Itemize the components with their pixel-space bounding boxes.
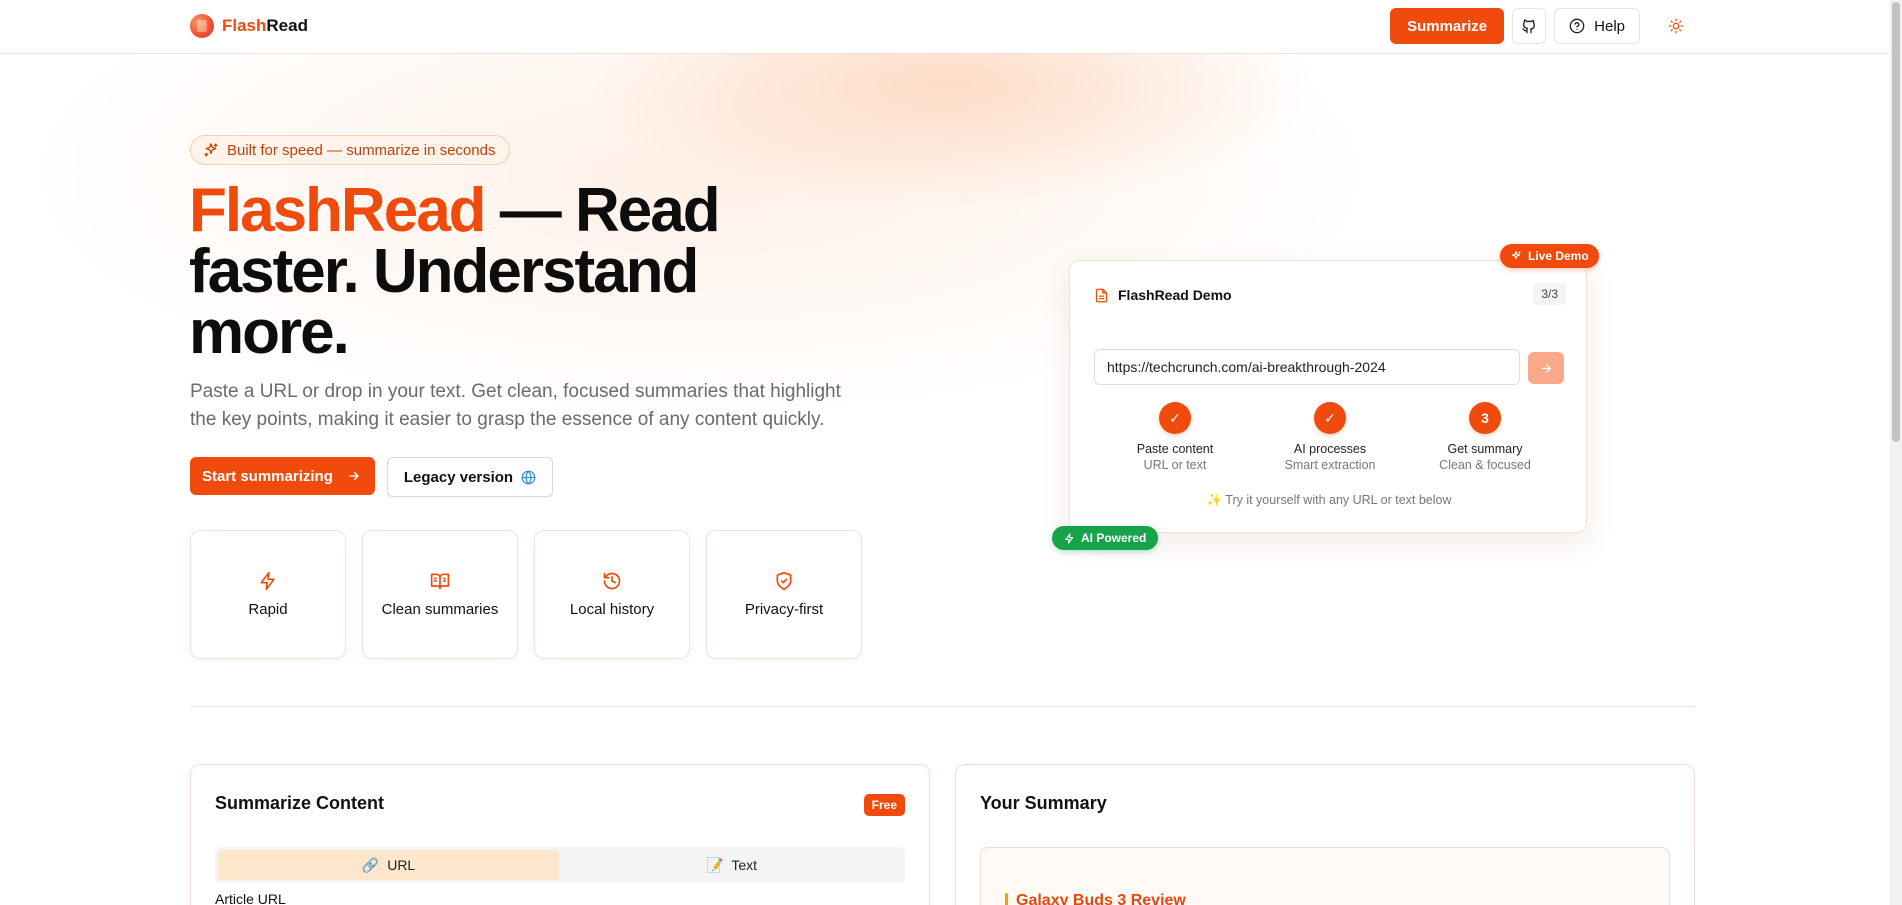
summarize-content-card: Summarize Content Free 🔗 URL 📝 Text Arti…	[190, 764, 930, 905]
live-demo-badge: Live Demo	[1500, 244, 1599, 268]
demo-url-field: https://techcrunch.com/ai-breakthrough-2…	[1094, 349, 1520, 385]
document-icon	[1095, 288, 1108, 302]
step-subtitle: URL or text	[1143, 458, 1207, 472]
start-summarizing-button[interactable]: Start summarizing	[190, 457, 375, 495]
step-title: Paste content	[1136, 442, 1214, 456]
tab-url-label: URL	[387, 857, 416, 873]
brand[interactable]: FlashRead	[190, 14, 308, 38]
link-icon: 🔗	[361, 856, 380, 873]
github-icon	[1522, 19, 1536, 34]
feature-label: Rapid	[248, 601, 288, 618]
hero-title-accent: FlashRead	[189, 176, 487, 245]
summarize-card-title: Summarize Content	[215, 793, 385, 813]
feature-card-privacy-first: Privacy-first	[706, 530, 862, 659]
headline-accent-bar	[1005, 893, 1008, 905]
ai-powered-badge: AI Powered	[1052, 526, 1159, 550]
demo-steps: ✓ Paste content URL or text ✓ AI process…	[1110, 402, 1550, 473]
scrollbar-thumb[interactable]	[1892, 2, 1900, 442]
demo-step: 3 Get summary Clean & focused	[1420, 402, 1550, 473]
feature-card-rapid: Rapid	[190, 530, 346, 659]
github-button[interactable]	[1512, 8, 1547, 44]
brand-name: FlashRead	[222, 16, 308, 36]
memo-icon: 📝	[705, 856, 724, 873]
bolt-icon	[1065, 532, 1074, 544]
hero-actions: Start summarizing Legacy version	[190, 457, 554, 497]
feature-list: Rapid Clean summaries Local history Priv…	[190, 530, 862, 659]
demo-title: FlashRead Demo	[1118, 287, 1232, 303]
top-navbar: FlashRead Summarize Help	[0, 0, 1890, 54]
globe-icon	[521, 470, 536, 484]
start-summarizing-label: Start summarizing	[202, 467, 333, 485]
tab-text[interactable]: 📝 Text	[561, 850, 902, 880]
your-summary-card: Your Summary Galaxy Buds 3 Review	[955, 764, 1695, 905]
demo-hint: ✨ Try it yourself with any URL or text b…	[1206, 493, 1452, 507]
summary-card-title: Your Summary	[980, 793, 1107, 813]
demo-step: ✓ Paste content URL or text	[1110, 402, 1240, 473]
sparkles-icon	[204, 143, 218, 157]
brand-name-rest: Read	[266, 16, 308, 35]
step-title: Get summary	[1447, 442, 1523, 456]
nav-actions: Summarize Help	[1390, 8, 1694, 44]
feature-card-clean-summaries: Clean summaries	[362, 530, 518, 659]
arrow-right-icon	[1541, 364, 1551, 372]
help-circle-icon	[1569, 18, 1585, 34]
sun-icon	[1668, 18, 1684, 34]
summary-headline: Galaxy Buds 3 Review	[1005, 892, 1186, 905]
shield-check-icon	[776, 571, 792, 591]
summary-preview: Galaxy Buds 3 Review	[980, 847, 1670, 905]
step-number: 3	[1469, 402, 1501, 434]
article-url-label: Article URL	[215, 891, 286, 905]
bolt-icon	[260, 571, 275, 591]
hero-title: FlashRead — Read faster. Understand more…	[189, 180, 789, 364]
demo-header: FlashRead Demo	[1094, 287, 1232, 303]
hero-badge: Built for speed — summarize in seconds	[190, 135, 511, 165]
tab-text-label: Text	[731, 857, 758, 873]
tab-url[interactable]: 🔗 URL	[218, 850, 559, 880]
hero-badge-text: Built for speed — summarize in seconds	[227, 141, 496, 159]
feature-label: Clean summaries	[381, 601, 499, 618]
history-icon	[603, 572, 621, 590]
help-button[interactable]: Help	[1554, 8, 1640, 44]
step-check-icon: ✓	[1314, 402, 1346, 434]
section-divider	[190, 706, 1695, 707]
logo-icon	[190, 14, 214, 38]
demo-card: FlashRead Demo 3/3 https://techcrunch.co…	[1069, 260, 1587, 533]
free-badge: Free	[863, 794, 905, 816]
ai-powered-label: AI Powered	[1081, 531, 1147, 545]
step-title: AI processes	[1293, 442, 1367, 456]
summary-headline-text: Galaxy Buds 3 Review	[1016, 892, 1186, 905]
step-subtitle: Clean & focused	[1439, 458, 1531, 472]
hero-subtitle: Paste a URL or drop in your text. Get cl…	[190, 381, 841, 430]
brand-name-accent: Flash	[222, 16, 267, 35]
sparkles-icon	[1511, 250, 1521, 260]
book-open-icon	[430, 573, 450, 590]
feature-label: Local history	[569, 601, 655, 618]
page-scrollbar[interactable]	[1890, 0, 1902, 905]
arrow-right-icon	[349, 471, 359, 481]
demo-step-counter: 3/3	[1533, 283, 1566, 305]
legacy-version-button[interactable]: Legacy version	[386, 457, 554, 497]
feature-card-local-history: Local history	[534, 530, 690, 659]
demo-submit-button	[1528, 352, 1564, 384]
feature-label: Privacy-first	[744, 601, 824, 618]
summarize-button[interactable]: Summarize	[1390, 8, 1505, 44]
step-check-icon: ✓	[1159, 402, 1191, 434]
live-demo-label: Live Demo	[1528, 249, 1589, 263]
demo-step: ✓ AI processes Smart extraction	[1265, 402, 1395, 473]
input-mode-tabs: 🔗 URL 📝 Text	[215, 847, 905, 883]
theme-toggle-button[interactable]	[1658, 8, 1694, 44]
legacy-version-label: Legacy version	[403, 468, 514, 486]
step-subtitle: Smart extraction	[1284, 458, 1376, 472]
help-label: Help	[1594, 17, 1625, 35]
